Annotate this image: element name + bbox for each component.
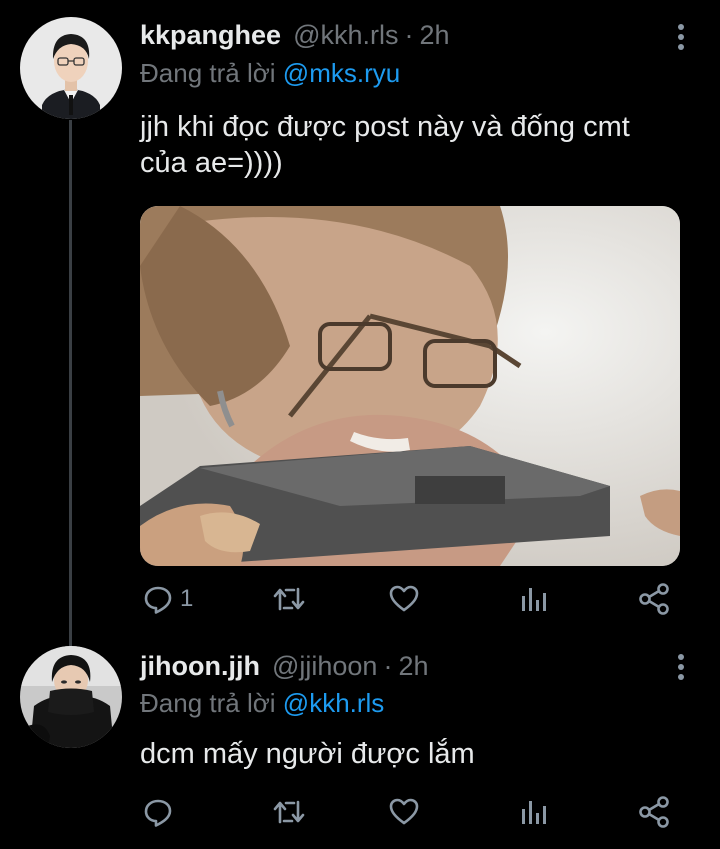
tweet-actions xyxy=(140,792,680,832)
replying-to-mention[interactable]: @kkh.rls xyxy=(283,688,385,718)
reply-button[interactable] xyxy=(142,792,180,832)
retweet-button[interactable] xyxy=(272,579,306,619)
user-handle[interactable]: @kkh.rls xyxy=(293,20,398,51)
reply-button[interactable]: 1 xyxy=(142,579,193,619)
avatar[interactable] xyxy=(20,646,122,748)
retweet-button[interactable] xyxy=(272,792,306,832)
tweet-text-line: của ae=)))) xyxy=(140,147,283,179)
timestamp[interactable]: 2h xyxy=(419,20,449,51)
replying-to: Đang trả lời @kkh.rls xyxy=(140,688,384,719)
tweet-text-line: dcm mấy người được lắm xyxy=(140,738,475,770)
more-options-icon[interactable] xyxy=(676,24,686,54)
tweet-thread: kkpanghee @kkh.rls · 2h Đang trả lời @mk… xyxy=(0,0,720,849)
heart-icon xyxy=(389,585,419,612)
separator-dot: · xyxy=(383,651,393,681)
retweet-icon xyxy=(273,800,305,824)
reply-icon xyxy=(144,586,172,614)
analytics-button[interactable] xyxy=(517,579,549,619)
heart-icon xyxy=(389,798,419,825)
analytics-icon xyxy=(522,588,546,611)
share-icon xyxy=(639,796,669,828)
tweet[interactable]: kkpanghee @kkh.rls · 2h Đang trả lời @mk… xyxy=(0,0,720,640)
replying-to-label: Đang trả lời xyxy=(140,688,276,718)
more-options-icon[interactable] xyxy=(676,654,686,684)
tweet-header: kkpanghee @kkh.rls · 2h xyxy=(140,20,450,51)
tweet-header: jihoon.jjh @jjihoon · 2h xyxy=(140,651,429,682)
tweet-text: jjh khi đọc được post này và đống cmt củ… xyxy=(140,109,700,181)
tweet[interactable]: jihoon.jjh @jjihoon · 2h Đang trả lời @k… xyxy=(0,640,720,849)
separator-dot: · xyxy=(404,20,414,50)
reply-icon xyxy=(144,799,172,827)
tweet-text: dcm mấy người được lắm xyxy=(140,736,700,772)
display-name[interactable]: kkpanghee xyxy=(140,20,281,51)
like-button[interactable] xyxy=(388,792,420,832)
timestamp[interactable]: 2h xyxy=(398,651,428,682)
tweet-actions: 1 xyxy=(140,579,680,619)
display-name[interactable]: jihoon.jjh xyxy=(140,651,260,682)
avatar[interactable] xyxy=(20,17,122,119)
share-button[interactable] xyxy=(637,792,671,832)
tweet-media-photo[interactable] xyxy=(140,206,680,566)
like-button[interactable] xyxy=(388,579,420,619)
analytics-icon xyxy=(522,801,546,824)
analytics-button[interactable] xyxy=(517,792,549,832)
reply-count: 1 xyxy=(180,585,194,612)
share-icon xyxy=(639,583,669,615)
share-button[interactable] xyxy=(637,579,671,619)
retweet-icon xyxy=(273,587,305,611)
replying-to-label: Đang trả lời xyxy=(140,58,276,88)
replying-to-mention[interactable]: @mks.ryu xyxy=(283,58,400,88)
user-handle[interactable]: @jjihoon xyxy=(272,651,377,682)
replying-to: Đang trả lời @mks.ryu xyxy=(140,58,400,89)
tweet-text-line: jjh khi đọc được post này và đống cmt xyxy=(140,111,630,143)
